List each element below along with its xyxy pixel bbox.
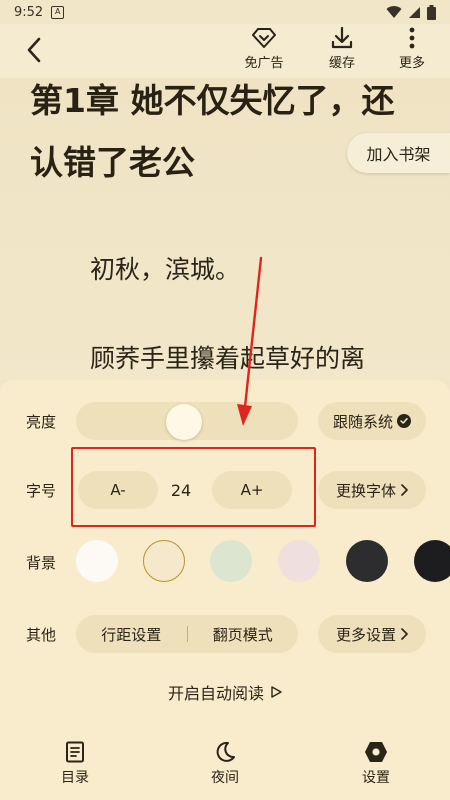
page-mode-button[interactable]: 翻页模式 <box>188 624 299 645</box>
other-options-group: 行距设置 翻页模式 <box>76 615 298 653</box>
night-label: 夜间 <box>211 770 239 786</box>
background-swatch-green[interactable] <box>210 540 252 582</box>
check-circle-icon <box>397 414 411 428</box>
follow-system-button[interactable]: 跟随系统 <box>318 402 426 440</box>
settings-hexagon-icon <box>365 742 387 762</box>
download-icon <box>331 26 353 49</box>
status-time: 9:52 <box>14 4 44 20</box>
reader-top-bar: 免广告 缓存 更多 <box>0 24 450 78</box>
paragraph: 初秋，滨城。 <box>90 255 241 284</box>
cache-label: 缓存 <box>328 56 355 71</box>
highlight-box <box>71 447 316 527</box>
settings-label: 设置 <box>362 770 390 786</box>
change-font-button[interactable]: 更换字体 <box>318 471 426 509</box>
background-swatch-pink[interactable] <box>278 540 320 582</box>
more-label: 更多 <box>398 56 425 71</box>
table-of-contents-icon <box>66 741 84 763</box>
nav-toc[interactable]: 目录 <box>40 741 110 787</box>
status-bar: 9:52 A <box>0 0 450 24</box>
background-swatch-black[interactable] <box>414 540 450 582</box>
status-icons <box>386 4 436 20</box>
brightness-slider[interactable] <box>76 402 298 440</box>
chevron-right-icon <box>401 628 408 640</box>
brightness-label: 亮度 <box>26 413 57 431</box>
nav-night-mode[interactable]: 夜间 <box>190 741 260 787</box>
background-swatch-cream-selected[interactable] <box>143 540 185 582</box>
nav-settings[interactable]: 设置 <box>341 741 411 787</box>
add-to-bookshelf-button[interactable]: 加入书架 <box>347 133 450 173</box>
background-swatch-dark[interactable] <box>346 540 388 582</box>
battery-icon <box>427 4 436 20</box>
more-settings-label: 更多设置 <box>335 625 396 644</box>
wifi-icon <box>386 5 402 18</box>
toc-label: 目录 <box>61 770 89 786</box>
auto-read-button[interactable]: 开启自动阅读 <box>0 680 450 704</box>
chevron-right-icon <box>401 484 408 496</box>
play-icon <box>271 686 282 698</box>
diamond-icon <box>252 28 276 48</box>
brightness-slider-knob[interactable] <box>166 404 202 440</box>
paragraph: 顾荞手里攥着起草好的离 <box>90 344 366 373</box>
no-ads-label: 免广告 <box>244 56 284 71</box>
follow-system-label: 跟随系统 <box>332 412 393 431</box>
notification-icon: A <box>51 5 65 19</box>
no-ads-button[interactable]: 免广告 <box>236 26 292 76</box>
change-font-label: 更换字体 <box>335 481 396 500</box>
signal-icon <box>409 6 420 18</box>
cache-button[interactable]: 缓存 <box>314 26 370 76</box>
reading-settings-panel: 亮度 跟随系统 字号 A- 24 A+ 更换字体 背景 其他 行距设置 翻页模式… <box>0 380 450 800</box>
more-vertical-icon <box>409 27 415 49</box>
line-spacing-button[interactable]: 行距设置 <box>76 624 187 645</box>
bottom-nav: 目录 夜间 设置 <box>0 735 450 800</box>
chapter-title-line-1: 第1章 她不仅失忆了，还 <box>30 81 395 120</box>
font-size-label: 字号 <box>26 482 57 500</box>
auto-read-label: 开启自动阅读 <box>167 684 264 703</box>
reading-area[interactable]: 第1章 她不仅失忆了，还 认错了老公 加入书架 初秋，滨城。 顾荞手里攥着起草好… <box>0 78 450 380</box>
more-settings-button[interactable]: 更多设置 <box>318 615 426 653</box>
other-label: 其他 <box>26 626 57 644</box>
more-button[interactable]: 更多 <box>384 26 440 76</box>
chevron-left-icon <box>27 37 41 63</box>
background-swatch-white[interactable] <box>76 540 118 582</box>
background-label: 背景 <box>26 554 57 572</box>
back-button[interactable] <box>18 34 50 66</box>
moon-icon <box>216 741 235 762</box>
